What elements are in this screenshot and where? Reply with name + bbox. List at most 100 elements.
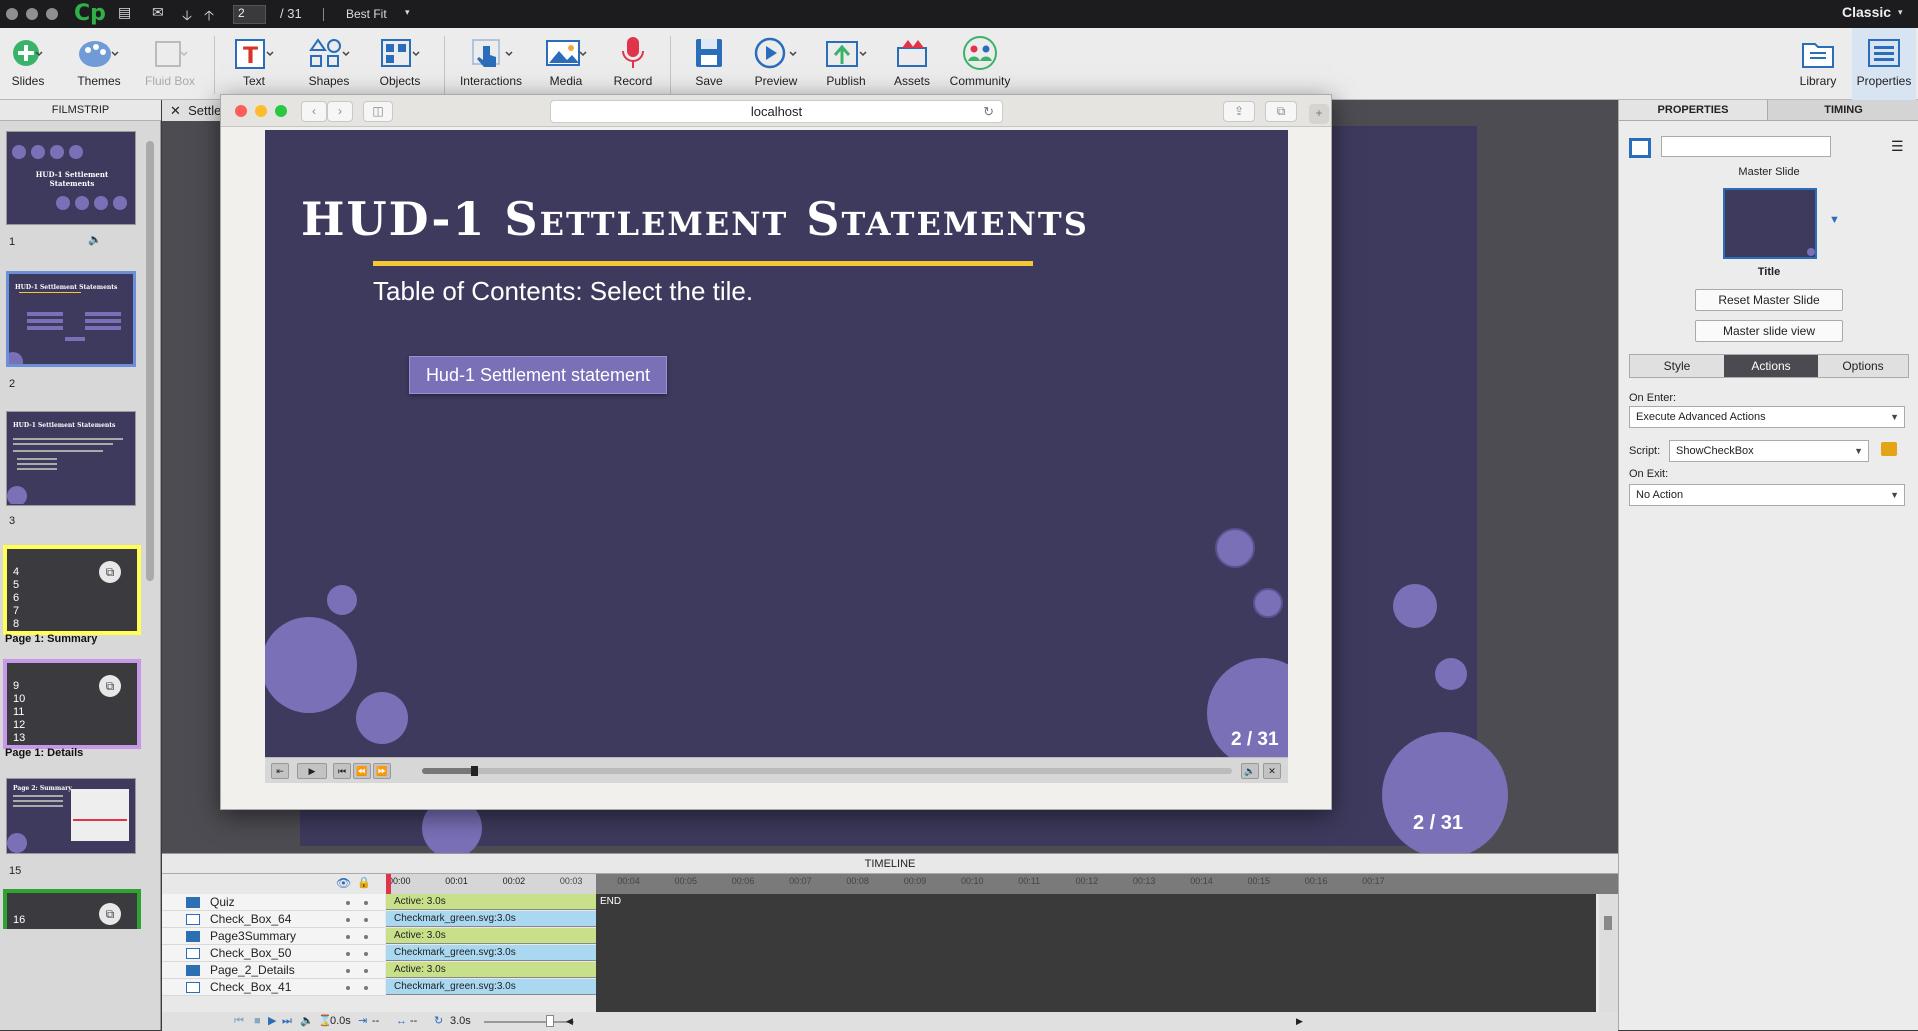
visibility-dot[interactable] [346,918,350,922]
eye-icon[interactable]: 👁 [336,876,351,890]
mail-icon[interactable]: ✉ [152,4,164,21]
tab-style[interactable]: Style [1630,355,1724,377]
visibility-dot[interactable] [346,901,350,905]
slide-number-input[interactable]: 2 [233,5,266,24]
assets-button[interactable]: Assets [888,32,936,88]
play-icon[interactable]: ▶ [268,1012,276,1031]
tab-options[interactable]: Options [1818,355,1908,377]
visibility-dot[interactable] [346,969,350,973]
lock-dot[interactable] [364,935,368,939]
reload-icon[interactable]: ↻ [983,101,994,123]
back-button[interactable]: ‹ [301,101,327,122]
timeline-bar[interactable]: Active: 3.0s [386,928,596,944]
browser-zoom-button[interactable] [275,105,287,117]
browser-close-button[interactable] [235,105,247,117]
workspace-select[interactable]: Classic [1842,4,1891,20]
lock-dot[interactable] [364,986,368,990]
zoom-select[interactable]: Best Fit [346,7,387,21]
folder-icon[interactable] [1881,442,1897,456]
fluid-box-button[interactable]: Fluid Box [144,32,196,88]
lock-dot[interactable] [364,952,368,956]
rewind-icon[interactable]: ⏮ [234,1012,244,1031]
script-select[interactable]: ShowCheckBox ▼ [1669,440,1869,462]
visibility-dot[interactable] [346,935,350,939]
on-enter-select[interactable]: Execute Advanced Actions ▼ [1629,406,1905,428]
community-button[interactable]: Community [946,32,1014,88]
stop-icon[interactable]: ■ [254,1012,261,1031]
master-slide-view-button[interactable]: Master slide view [1695,320,1843,342]
timeline-bar[interactable]: Active: 3.0s [386,894,596,910]
lock-dot[interactable] [364,901,368,905]
timeline-bar[interactable]: Active: 3.0s [386,962,596,978]
lock-dot[interactable] [364,969,368,973]
preview-button[interactable]: Preview [748,32,804,88]
slide-thumbnail-15[interactable]: Page 2: Summary [6,778,136,854]
tab-properties[interactable]: PROPERTIES [1619,100,1767,121]
rewind-button[interactable]: ⏮ [333,763,351,779]
close-icon[interactable]: ✕ [170,103,181,118]
end-icon[interactable]: ⏭ [282,1012,292,1031]
new-tab-button[interactable]: + [1309,104,1329,124]
scroll-thumb[interactable] [1604,916,1612,930]
address-bar[interactable]: localhost ↻ [550,100,1003,123]
tabs-button[interactable]: ⧉ [1265,101,1297,122]
save-button[interactable]: Save [682,32,736,88]
timeline-row[interactable]: Quiz [162,894,385,911]
window-zoom-button[interactable] [46,8,58,20]
visibility-dot[interactable] [346,986,350,990]
window-close-button[interactable] [6,8,18,20]
list-icon[interactable]: ☰ [1891,138,1904,155]
filmstrip-scrollbar[interactable] [146,141,154,581]
slide-thumbnail-3[interactable]: HUD-1 Settlement Statements [6,411,136,506]
close-button[interactable]: ✕ [1263,763,1281,779]
record-button[interactable]: Record [608,32,658,88]
chevron-down-icon[interactable]: ▼ [1829,214,1840,226]
slide-style-swatch[interactable] [1629,138,1651,158]
timeline-row[interactable]: Page_2_Details [162,962,385,979]
media-button[interactable]: Media [538,32,594,88]
objects-button[interactable]: Objects [376,32,424,88]
slide-group-details[interactable]: ⧉ 9 10 11 12 13 [3,659,141,749]
toc-tile-button[interactable]: Hud-1 Settlement statement [409,356,667,394]
play-button[interactable]: ▶ [297,763,327,779]
timeline-row[interactable]: Check_Box_41 [162,979,385,996]
audio-button[interactable]: 🔈 [1241,763,1259,779]
progress-track[interactable] [422,768,1232,774]
text-button[interactable]: T Text [228,32,280,88]
shapes-button[interactable]: Shapes [302,32,356,88]
tab-timing[interactable]: TIMING [1767,100,1918,121]
themes-button[interactable]: Themes [72,32,126,88]
lock-dot[interactable] [364,918,368,922]
slide-thumbnail-1[interactable]: HUD-1 Settlement Statements [6,131,136,225]
arrow-down-icon[interactable]: 🡣 [182,5,192,29]
exit-button[interactable]: ⇤ [271,763,289,779]
slide-thumbnail-2[interactable]: HUD-1 Settlement Statements [6,271,136,367]
zoom-slider[interactable] [484,1021,574,1023]
playhead[interactable] [386,874,391,894]
timeline-row[interactable]: Page3Summary [162,928,385,945]
timeline-row[interactable]: Check_Box_64 [162,911,385,928]
timeline-bar[interactable]: Checkmark_green.svg:3.0s [386,979,596,995]
forward-button[interactable]: › [327,101,353,122]
properties-button[interactable]: Properties [1852,28,1916,100]
speaker-icon[interactable]: 🔈 [300,1012,314,1031]
progress-handle[interactable] [471,766,478,776]
interactions-button[interactable]: Interactions [456,32,526,88]
timeline-row[interactable]: Check_Box_50 [162,945,385,962]
share-button[interactable]: ⇪ [1223,101,1255,122]
window-minimize-button[interactable] [26,8,38,20]
slide-name-input[interactable] [1661,136,1831,157]
back-button[interactable]: ⏪ [353,763,371,779]
publish-button[interactable]: Publish [818,32,874,88]
tab-actions[interactable]: Actions [1724,355,1818,377]
forward-button[interactable]: ⏩ [373,763,391,779]
slide-group-summary[interactable]: ⧉ 4 5 6 7 8 [3,545,141,635]
on-exit-select[interactable]: No Action ▼ [1629,484,1905,506]
timeline-bar[interactable]: Checkmark_green.svg:3.0s [386,945,596,961]
library-button[interactable]: Library [1794,32,1842,88]
timeline-scrollbar[interactable] [1599,894,1618,1012]
sidebar-toggle-button[interactable]: ◫ [363,101,393,122]
slides-button[interactable]: Slides [4,32,52,88]
lock-icon[interactable]: 🔒 [357,876,371,889]
visibility-dot[interactable] [346,952,350,956]
